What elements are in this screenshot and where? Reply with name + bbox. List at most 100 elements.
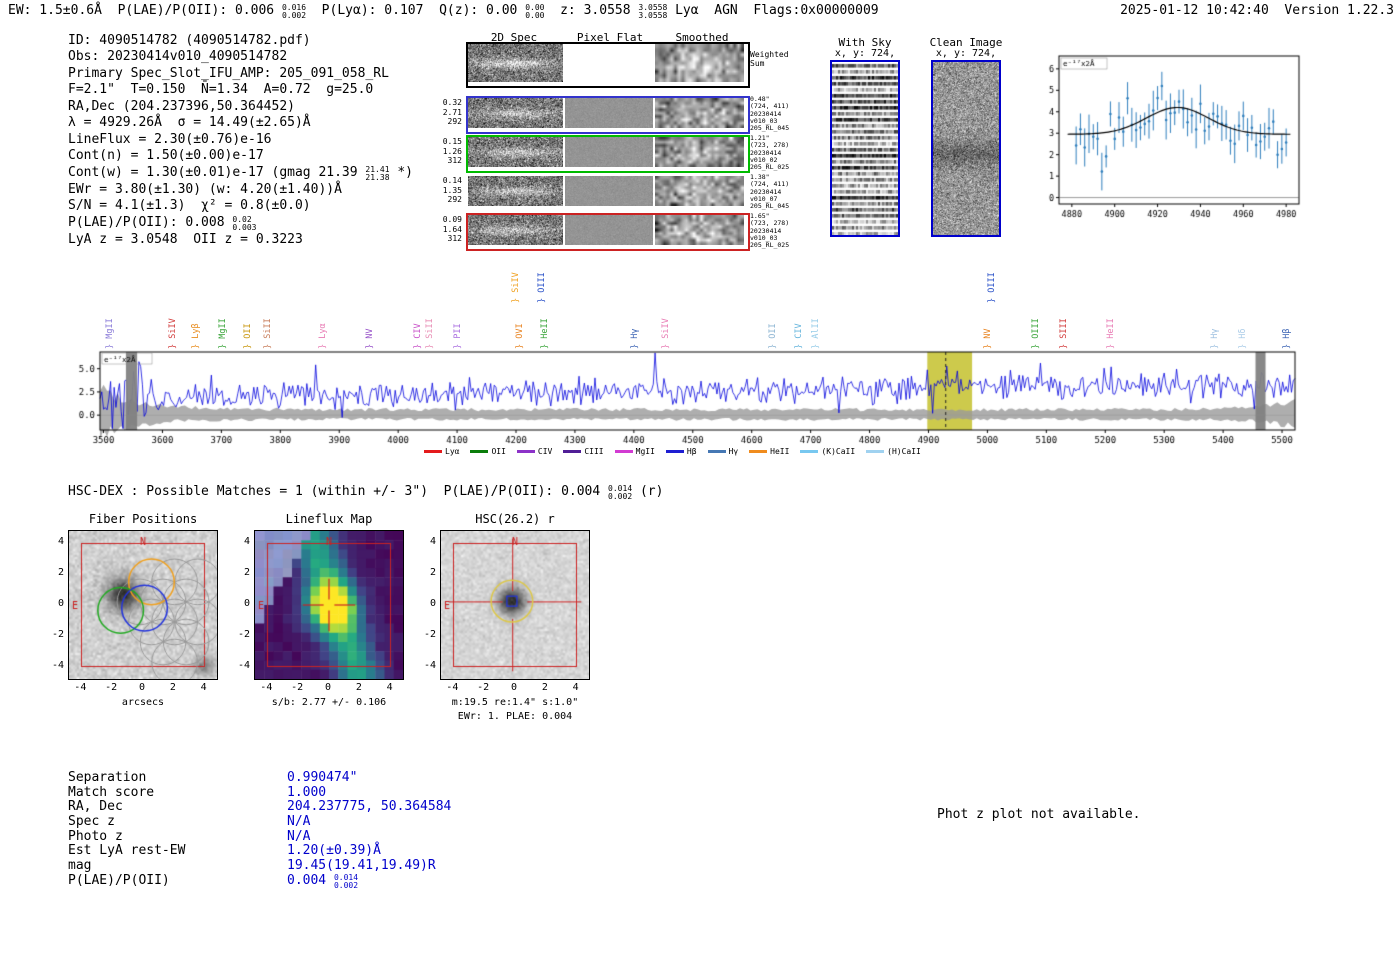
- fiber-positions-caption: arcsecs: [121, 697, 165, 708]
- emission-line-label-civ: } CIV: [793, 323, 804, 349]
- lineflux-map-caption: s/b: 2.77 +/- 0.106: [271, 697, 387, 708]
- hsc-image-caption2: EWr: 1. PLAE: 0.004: [457, 711, 573, 722]
- info-line-text: F=2.1" T=0.150 N̄=1.34 A=0.72 g=25.0: [68, 82, 374, 98]
- panel-ytick: 2: [429, 567, 436, 579]
- legend-swatch: [749, 450, 768, 453]
- info-line: Primary Spec_Slot_IFU_AMP: 205_091_058_R…: [68, 66, 413, 82]
- emission-line-label-ovi: } OVI: [514, 323, 525, 349]
- hsc-line-text: HSC-DEX : Possible Matches = 1 (within +…: [68, 484, 609, 499]
- clean-image-panel: [931, 60, 1001, 237]
- header-text: P(Lyα): 0.107 Q(z): 0.00: [306, 3, 526, 18]
- panel-ytick: -4: [237, 659, 250, 671]
- panel-xtick: -4: [260, 682, 273, 693]
- panel-xtick: 0: [324, 682, 332, 693]
- 2d-spec-cutout-canvas: [468, 176, 563, 206]
- info-line-text: ID: 4090514782 (4090514782.pdf): [68, 33, 311, 48]
- 2d-cutout-rows: [466, 42, 750, 254]
- with-sky-canvas: [832, 62, 898, 235]
- panel-xtick: 2: [355, 682, 362, 693]
- emission-line-label-hγ: } Hγ: [630, 328, 641, 349]
- cutout-row-2: [466, 135, 750, 173]
- hsc-image-canvas: [441, 531, 589, 679]
- info-line: S/N = 4.1(±1.3) χ² = 0.8(±0.0): [68, 198, 413, 214]
- legend-entry: CIII: [563, 447, 604, 456]
- info-line-text: EWr = 3.80(±1.30) (w: 4.20(±1.40))Å: [68, 181, 342, 197]
- legend-entry: HeII: [749, 447, 789, 456]
- match-table-row: P(LAE)/P(OII) 0.004 0.014 0.002: [68, 872, 588, 889]
- info-line: LineFlux = 2.30(±0.76)e-16: [68, 132, 413, 148]
- legend-entry: OII: [470, 447, 506, 456]
- legend-label: Hβ: [686, 447, 697, 456]
- hetdex-report-page: EW: 1.5±0.6Å P(LAE)/P(OII): 0.006 0.016 0…: [0, 0, 1400, 953]
- cutout-row-weights: 0.15 1.26 312: [442, 137, 462, 165]
- panel-ytick: 0: [243, 598, 250, 609]
- match-table-value: 204.237775, 50.364584: [287, 799, 451, 815]
- panel-xtick: -2: [105, 682, 118, 693]
- match-table-value: 0.004 0.014 0.002: [287, 872, 358, 889]
- match-table-value-text: 0.990474": [287, 770, 358, 785]
- info-line-text: *): [389, 164, 413, 180]
- detection-info-block: ID: 4090514782 (4090514782.pdf) Obs: 2023…: [68, 33, 413, 248]
- match-table-value-text: 0.004: [287, 872, 334, 888]
- legend-label: (H)CaII: [887, 447, 921, 456]
- match-table-row: RA, Dec 204.237775, 50.364584: [68, 800, 588, 815]
- cutout-row-meta: 0.48" (724, 411) 20230414 v010_03 205_RL_045: [750, 95, 790, 133]
- info-line: P(LAE)/P(OII): 0.008 0.02 0.003: [68, 215, 413, 232]
- panel-ytick: 2: [57, 567, 64, 579]
- header-uncertainty: 3.0558 3.0558: [638, 3, 668, 20]
- emission-line-label-oiii: } OIII: [1031, 318, 1042, 349]
- panel-ytick: 0: [429, 598, 436, 609]
- legend-label: MgII: [635, 447, 655, 456]
- header-text: EW: 1.5±0.6Å P(LAE)/P(OII): 0.006: [8, 3, 282, 18]
- legend-entry: (K)CaII: [800, 447, 855, 456]
- cutout-row-4: [466, 213, 750, 251]
- cutout-row-0: [466, 42, 750, 88]
- panel-xtick: 2: [541, 682, 548, 693]
- info-line-text: Obs: 20230414v010_4090514782: [68, 49, 288, 65]
- emission-line-label-pii: } PII: [453, 323, 464, 349]
- legend-entry: (H)CaII: [866, 447, 921, 456]
- match-table-row: Match score 1.000: [68, 785, 588, 801]
- photz-note: Phot z plot not available.: [937, 807, 1141, 822]
- info-line-text: Primary Spec_Slot_IFU_AMP: 205_091_058_R…: [68, 65, 389, 81]
- emission-line-label-nv: } NV: [983, 328, 994, 349]
- 2d-spec-cutout-canvas: [468, 98, 563, 128]
- cutout-row-meta: 1.65" (723, 278) 20230414 v010_03 205_RL_025: [750, 212, 790, 250]
- match-table-value: 1.000: [287, 785, 326, 800]
- match-table-value-text: 19.45(19.41,19.49)R: [287, 858, 436, 874]
- pixel-flat-cutout-canvas: [565, 137, 653, 167]
- legend-entry: Hγ: [707, 447, 739, 456]
- panel-xtick: -4: [74, 682, 87, 693]
- legend-swatch: [424, 450, 442, 453]
- info-line: Cont(w) = 1.30(±0.01)e-17 (gmag 21.39 21…: [68, 165, 413, 182]
- header-datetime-version: 2025-01-12 10:42:40 Version 1.22.3: [1120, 3, 1394, 18]
- emission-line-label-mgii: } MgII: [104, 318, 115, 349]
- panel-xtick: -2: [477, 682, 490, 693]
- legend-label: Hγ: [728, 447, 739, 456]
- spectrum-legend: Lyα OII CIV CIII MgII Hβ Hγ HeII (K)CaII (H)CaII: [424, 447, 921, 456]
- header-uncertainty: 0.00 0.00: [525, 3, 545, 20]
- legend-label: CIII: [584, 447, 604, 456]
- header-uncertainty: 0.016 0.002: [281, 3, 307, 20]
- panel-ytick: 2: [243, 567, 250, 579]
- smoothed-cutout-canvas: [655, 215, 744, 245]
- panel-xtick: 0: [138, 682, 146, 693]
- 2d-spec-cutout-canvas: [468, 215, 563, 245]
- info-line-text: RA,Dec (204.237396,50.364452): [68, 98, 295, 114]
- legend-swatch: [866, 450, 885, 453]
- emission-line-label-oiii: } OIII: [987, 272, 998, 303]
- match-table-label: P(LAE)/P(OII): [68, 872, 170, 888]
- emission-line-label-civ: } CIV: [412, 323, 423, 349]
- 2d-spec-cutout-canvas: [468, 44, 563, 82]
- lineflux-map-title: Lineflux Map: [285, 512, 373, 526]
- legend-label: (K)CaII: [821, 447, 856, 456]
- emission-line-label-oii: } OII: [768, 323, 779, 349]
- fiber-positions-title: Fiber Positions: [88, 512, 198, 526]
- panel-ytick: -2: [51, 628, 64, 640]
- info-line-text: S/N = 4.1(±1.3) χ² = 0.8(±0.0): [68, 198, 311, 214]
- hsc-match-summary: HSC-DEX : Possible Matches = 1 (within +…: [68, 484, 663, 501]
- info-line: Cont(n) = 1.50(±0.00)e-17: [68, 148, 413, 164]
- info-line-text: λ = 4929.26Å σ = 14.49(±2.65)Å: [68, 115, 311, 131]
- emission-line-label-oii: } OII: [242, 323, 253, 349]
- match-table-row: Est LyA rest-EW 1.20(±0.39)Å: [68, 844, 588, 859]
